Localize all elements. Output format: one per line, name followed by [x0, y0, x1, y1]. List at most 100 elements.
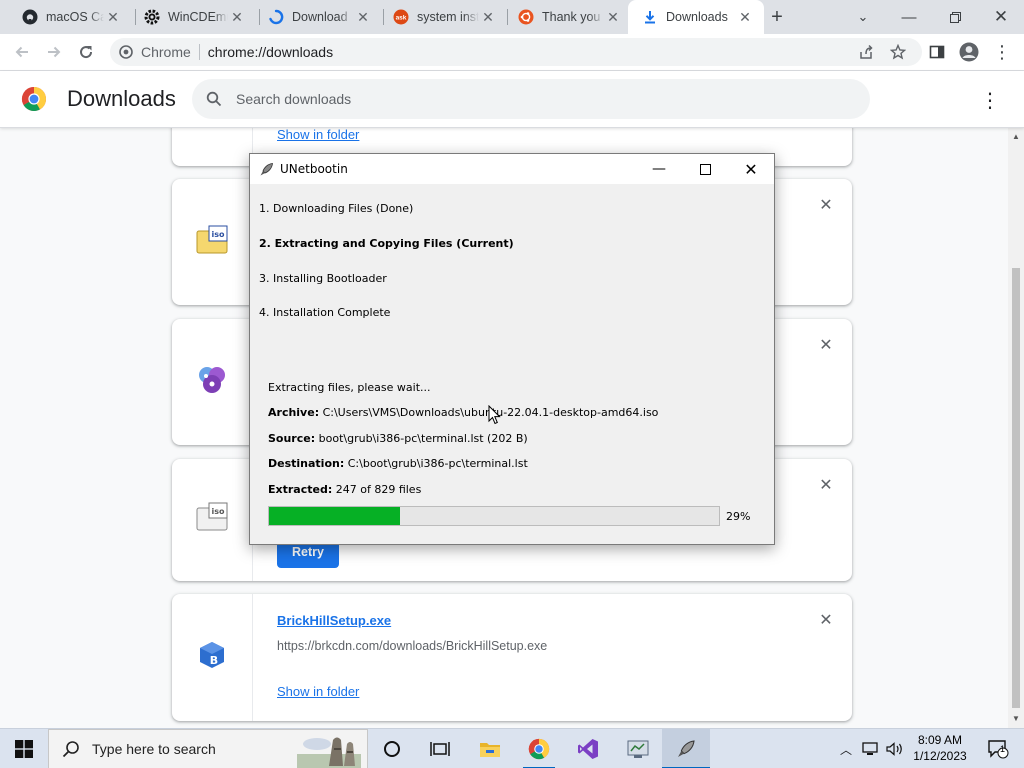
- tab-system-install[interactable]: ask system insta ✕: [371, 0, 507, 34]
- browser-toolbar: Chrome chrome://downloads ⋮: [0, 34, 1024, 71]
- unetbootin-maximize-button[interactable]: [682, 154, 728, 184]
- reload-button[interactable]: [72, 38, 100, 66]
- cortana-circle-icon: [384, 741, 400, 757]
- downloads-more-menu-icon[interactable]: ⋮: [976, 86, 1004, 114]
- extracted-label: Extracted:: [268, 483, 333, 496]
- downloads-header: Downloads Search downloads ⋮: [0, 71, 1024, 128]
- remove-download-icon[interactable]: ✕: [818, 477, 834, 494]
- browser-menu-icon[interactable]: ⋮: [988, 38, 1016, 66]
- search-downloads-input[interactable]: Search downloads: [192, 79, 870, 119]
- unetbootin-minimize-button[interactable]: —: [636, 154, 682, 184]
- file-icon-column: iso: [172, 179, 253, 305]
- source-line: Source: boot\grub\i386-pc\terminal.lst (…: [268, 432, 528, 445]
- source-label: Source:: [268, 432, 316, 445]
- action-center-button[interactable]: 1: [978, 729, 1018, 768]
- close-icon[interactable]: ✕: [736, 8, 754, 26]
- gear-icon: [144, 9, 160, 25]
- scrollbar-thumb[interactable]: [1012, 268, 1020, 708]
- search-icon: [206, 91, 222, 107]
- step-installing-bootloader: 3. Installing Bootloader: [259, 272, 387, 285]
- close-icon[interactable]: ✕: [104, 8, 122, 26]
- extraction-progress-bar: [268, 506, 720, 526]
- close-icon[interactable]: ✕: [354, 8, 372, 26]
- show-in-folder-link[interactable]: Show in folder: [277, 684, 359, 699]
- back-arrow-icon: [15, 46, 28, 58]
- site-label: Chrome: [141, 44, 191, 60]
- show-in-folder-link[interactable]: Show in folder: [277, 128, 359, 142]
- show-hidden-icons-chevron-icon[interactable]: ︿: [836, 729, 856, 768]
- cortana-button[interactable]: [368, 729, 416, 768]
- svg-text:iso: iso: [212, 507, 226, 516]
- taskbar-search-placeholder: Type here to search: [92, 741, 216, 757]
- notification-icon: [988, 740, 1009, 759]
- tab-search-chevron-icon[interactable]: ⌄: [840, 0, 886, 34]
- close-window-button[interactable]: ✕: [978, 0, 1024, 34]
- tab-downloads[interactable]: Downloads ✕: [628, 0, 764, 34]
- address-bar[interactable]: Chrome chrome://downloads: [110, 38, 922, 66]
- back-button[interactable]: [8, 38, 36, 66]
- rocket-icon: [678, 740, 695, 757]
- system-clock[interactable]: 8:09 AM 1/12/2023: [908, 732, 972, 764]
- share-icon: [860, 44, 873, 59]
- scroll-up-icon[interactable]: ▲: [1012, 132, 1020, 141]
- archive-label: Archive:: [268, 406, 320, 419]
- taskbar-search-box[interactable]: Type here to search: [48, 729, 368, 768]
- step-installation-complete: 4. Installation Complete: [259, 306, 391, 319]
- forward-button[interactable]: [40, 38, 68, 66]
- tab-title: WinCDEmu: [168, 10, 228, 24]
- tab-download[interactable]: Download ✕: [246, 0, 382, 34]
- close-icon[interactable]: ✕: [479, 8, 497, 26]
- tab-macos-catalina[interactable]: macOS Catalina ✕: [0, 0, 132, 34]
- tab-wincdemu[interactable]: WinCDEmu ✕: [122, 0, 256, 34]
- download-url: https://brkcdn.com/downloads/BrickHillSe…: [277, 639, 548, 653]
- omnibox-divider: [198, 44, 200, 60]
- close-icon[interactable]: ✕: [228, 8, 246, 26]
- tab-title: Thank you: [542, 10, 601, 24]
- step-downloading: 1. Downloading Files (Done): [259, 202, 414, 215]
- close-icon[interactable]: ✕: [604, 8, 622, 26]
- reload-icon: [80, 46, 93, 59]
- remove-download-icon[interactable]: ✕: [818, 197, 834, 214]
- file-icon-column: B: [172, 594, 253, 721]
- volume-icon[interactable]: [884, 729, 906, 768]
- github-icon: [22, 9, 38, 25]
- unetbootin-titlebar[interactable]: UNetbootin — ✕: [250, 154, 774, 184]
- file-explorer-button[interactable]: [466, 729, 514, 768]
- tab-thank-you[interactable]: Thank you ✕: [496, 0, 632, 34]
- task-view-icon: [430, 742, 450, 756]
- task-view-button[interactable]: [416, 729, 464, 768]
- chrome-taskbar-button[interactable]: [515, 729, 563, 768]
- download-icon: [642, 9, 658, 25]
- start-button[interactable]: [0, 729, 48, 768]
- scroll-down-icon[interactable]: ▼: [1012, 714, 1020, 723]
- chrome-page-icon: [119, 45, 133, 59]
- remove-download-icon[interactable]: ✕: [818, 612, 834, 629]
- unetbootin-window: UNetbootin — ✕ 1. Downloading Files (Don…: [249, 153, 775, 545]
- visual-studio-button[interactable]: [564, 729, 612, 768]
- share-button[interactable]: [852, 38, 880, 66]
- profile-button[interactable]: [955, 38, 983, 66]
- page-scrollbar[interactable]: ▲ ▼: [1008, 128, 1024, 728]
- bookmark-button[interactable]: [884, 38, 912, 66]
- unetbootin-close-button[interactable]: ✕: [728, 154, 774, 184]
- mouse-cursor-icon: [488, 405, 501, 425]
- chrome-icon: [528, 738, 550, 760]
- iso-file-icon: iso: [195, 225, 229, 260]
- search-placeholder: Search downloads: [236, 91, 352, 107]
- control-panel-button[interactable]: [614, 729, 662, 768]
- side-panel-button[interactable]: [923, 38, 951, 66]
- remove-download-icon[interactable]: ✕: [818, 337, 834, 354]
- page-title: Downloads: [67, 86, 176, 111]
- search-icon: [62, 740, 80, 758]
- network-icon[interactable]: [860, 729, 882, 768]
- destination-line: Destination: C:\boot\grub\i386-pc\termin…: [268, 457, 528, 470]
- download-card-brickhill: B ✕ BrickHillSetup.exe https://brkcdn.co…: [172, 594, 852, 721]
- download-filename-link[interactable]: BrickHillSetup.exe: [277, 613, 391, 628]
- new-tab-button[interactable]: +: [764, 0, 790, 34]
- loading-icon: [268, 9, 284, 25]
- svg-text:iso: iso: [212, 230, 226, 239]
- unetbootin-taskbar-button[interactable]: [662, 729, 710, 768]
- minimize-button[interactable]: —: [886, 0, 932, 34]
- unetbootin-rocket-icon: [259, 162, 274, 177]
- restore-button[interactable]: [932, 0, 978, 34]
